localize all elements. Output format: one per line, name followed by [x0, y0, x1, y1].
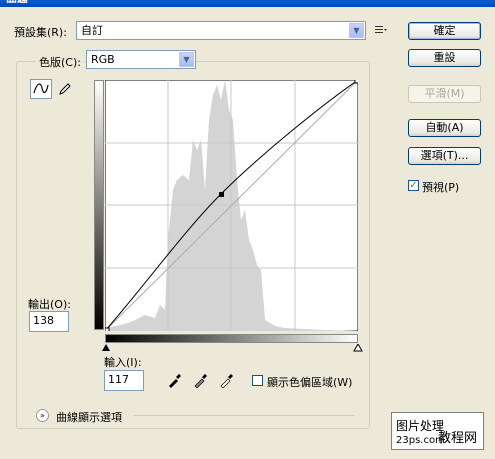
- gray-eyedropper-icon[interactable]: [193, 372, 209, 388]
- watermark-logo: 图片处理 教程网 23ps.com: [391, 412, 484, 450]
- preset-select[interactable]: 自訂 ▼: [76, 21, 366, 40]
- window-title: 曲線: [6, 0, 28, 3]
- black-point-slider[interactable]: [101, 344, 111, 352]
- white-eyedropper-icon[interactable]: [219, 372, 235, 388]
- preview-checkbox[interactable]: ✓: [408, 180, 419, 191]
- channel-select[interactable]: RGB ▼: [86, 50, 196, 69]
- options-button[interactable]: 選項(T)...: [408, 147, 481, 165]
- curve-point-tool[interactable]: [30, 79, 52, 99]
- black-eyedropper-icon[interactable]: [167, 372, 183, 388]
- ok-button[interactable]: 確定: [408, 22, 481, 40]
- curve-endpoint-white[interactable]: [354, 80, 358, 84]
- title-bar[interactable]: 曲線: [0, 0, 495, 7]
- channel-label: 色版(C):: [36, 54, 84, 70]
- preset-menu-icon[interactable]: [374, 24, 388, 36]
- divider: [134, 415, 354, 416]
- input-label: 輸入(I):: [104, 356, 142, 369]
- curve-icon: [33, 83, 49, 94]
- show-clipping-checkbox[interactable]: [252, 375, 263, 386]
- reset-button[interactable]: 重設: [408, 49, 481, 67]
- channel-value: RGB: [91, 53, 115, 66]
- auto-button[interactable]: 自動(A): [408, 119, 481, 137]
- preview-label: 預視(P): [422, 181, 460, 194]
- output-label: 輸出(O):: [28, 298, 71, 311]
- curve-endpoint-black[interactable]: [105, 327, 110, 331]
- pencil-tool[interactable]: [54, 79, 76, 99]
- show-clipping-label: 顯示色偏區域(W): [267, 376, 353, 389]
- curve-display-options-label[interactable]: 曲線顯示選項: [56, 409, 122, 425]
- input-field[interactable]: 117: [104, 370, 144, 391]
- preset-label: 預設集(R):: [14, 26, 67, 39]
- chevron-down-icon[interactable]: ▼: [179, 52, 194, 67]
- white-point-slider[interactable]: [353, 344, 363, 352]
- watermark-line3: 23ps.com: [396, 435, 445, 446]
- chevron-down-icon[interactable]: ▼: [349, 23, 364, 38]
- smooth-button[interactable]: 平滑(M): [408, 85, 481, 103]
- pencil-icon: [59, 83, 71, 95]
- output-gradient-bar: [94, 80, 104, 330]
- output-field[interactable]: 138: [29, 311, 69, 332]
- curve-graph[interactable]: [105, 80, 358, 331]
- watermark-line1: 图片处理: [396, 419, 445, 433]
- input-gradient-bar: [105, 334, 358, 343]
- expand-chevron-icon[interactable]: »: [36, 409, 49, 422]
- curve-control-point[interactable]: [219, 192, 224, 197]
- preset-value: 自訂: [81, 24, 103, 37]
